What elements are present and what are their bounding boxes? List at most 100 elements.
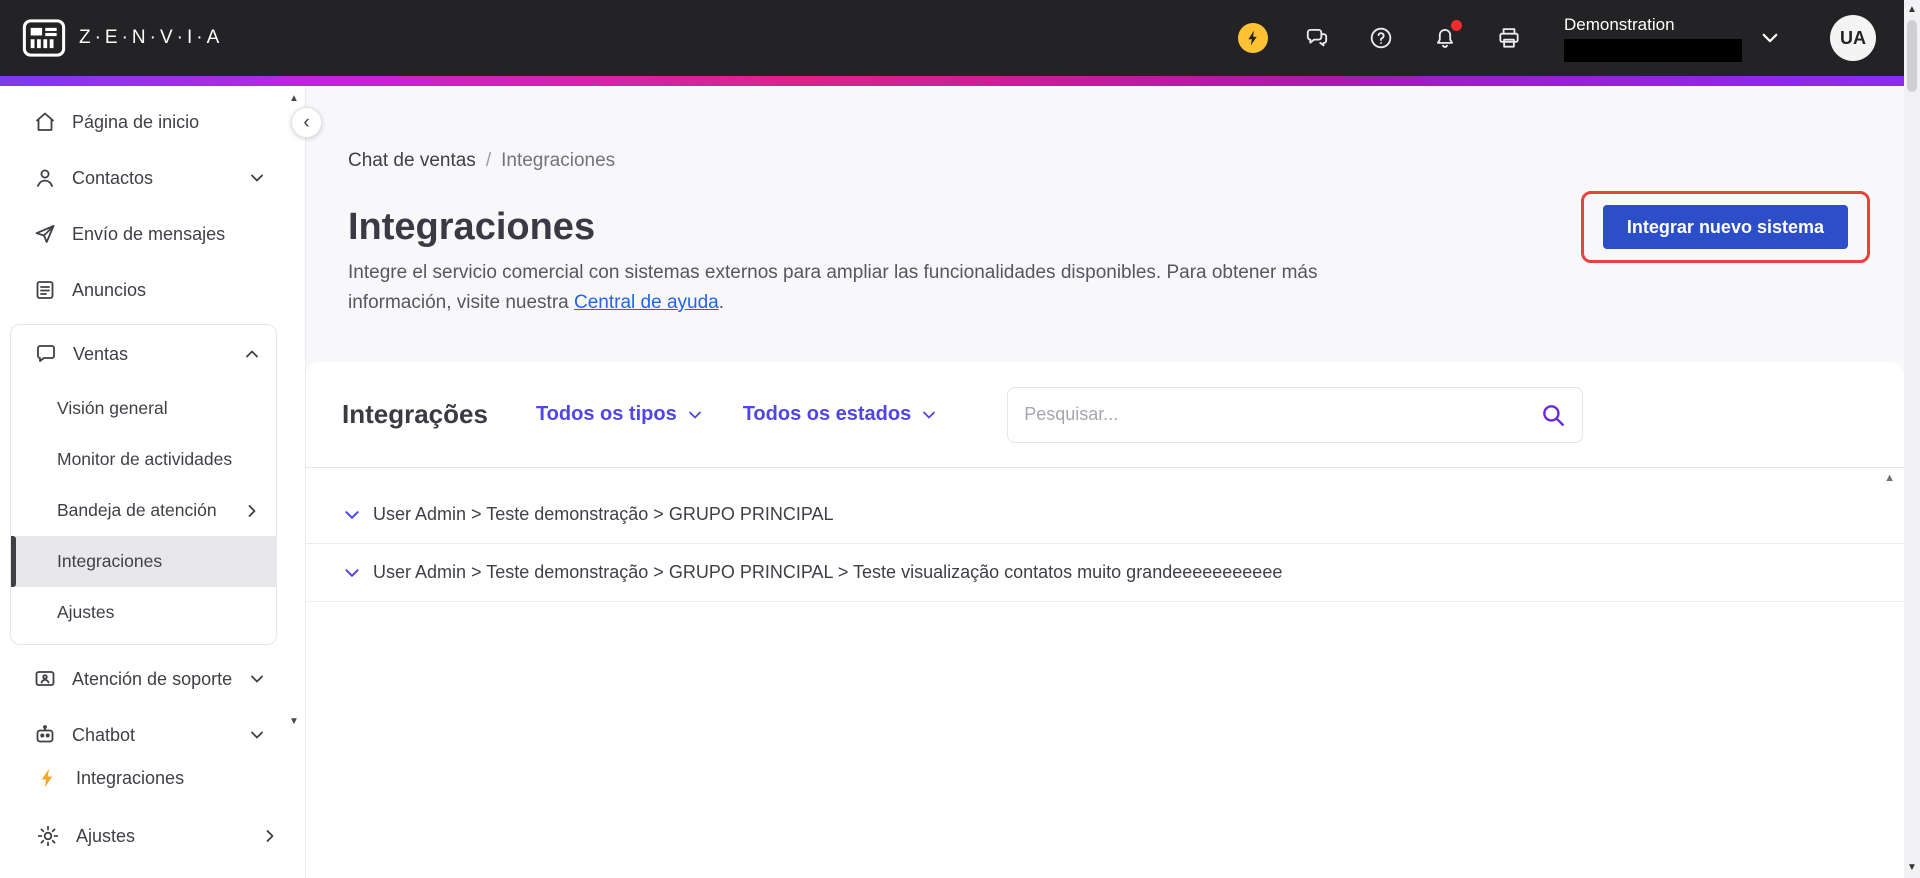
printer-icon[interactable]	[1494, 23, 1524, 53]
sidebar-item-bandeja-de-atencion[interactable]: Bandeja de atención	[11, 485, 276, 536]
help-center-link[interactable]: Central de ayuda	[574, 292, 719, 313]
send-icon	[35, 225, 55, 243]
brand-text: Z·E·N·V·I·A	[79, 27, 224, 48]
lightning-icon	[41, 768, 53, 788]
page-scrollbar[interactable]: ▲ ▼	[1904, 0, 1920, 878]
integration-row-label: User Admin > Teste demonstração > GRUPO …	[373, 562, 1283, 582]
notifications-icon[interactable]	[1430, 20, 1462, 53]
avatar[interactable]: UA	[1830, 15, 1876, 61]
scroll-down-arrow[interactable]: ▼	[1904, 863, 1920, 873]
sidebar-item-label: Página de inicio	[72, 111, 200, 132]
sidebar-footer-item-ajustes[interactable]: Ajustes	[0, 812, 304, 860]
integrate-new-system-button[interactable]: Integrar nuevo sistema	[1602, 205, 1848, 249]
zenvia-logo[interactable]: Z·E·N·V·I·A	[22, 19, 223, 57]
search-icon[interactable]	[1540, 402, 1566, 428]
breadcrumb-separator: /	[485, 150, 492, 171]
status-filter-label: Todos os estados	[742, 403, 912, 425]
type-filter-label: Todos os tipos	[535, 403, 677, 425]
sidebar-item-label: Ventas	[73, 343, 129, 364]
chevron-down-icon	[251, 174, 263, 182]
sidebar-nav: Página de inicio Contactos Envío de mens…	[0, 86, 305, 746]
chevron-up-icon	[246, 350, 258, 358]
support-icon	[35, 671, 55, 686]
panel-title: Integrações	[342, 399, 488, 429]
sidebar-item-label: Bandeja de atención	[57, 500, 217, 520]
sidebar-item-ajustes-ventas[interactable]: Ajustes	[11, 587, 276, 638]
sidebar-item-pagina-de-inicio[interactable]: Página de inicio	[0, 94, 305, 150]
scroll-up-arrow[interactable]: ▲	[1904, 5, 1920, 15]
description-line2: información, visite nuestra	[348, 292, 574, 313]
chevron-down-icon	[251, 731, 263, 739]
search-box	[1007, 386, 1584, 443]
integration-row[interactable]: User Admin > Teste demonstração > GRUPO …	[306, 486, 1904, 544]
gear-icon	[37, 825, 59, 847]
sidebar-item-label: Anuncios	[72, 279, 147, 300]
breadcrumb-chat-de-ventas[interactable]: Chat de ventas	[348, 150, 476, 172]
sidebar-item-chatbot[interactable]: Chatbot	[0, 707, 305, 746]
lightning-badge	[1238, 23, 1268, 53]
chevron-down-icon	[688, 411, 701, 418]
sidebar-item-contactos[interactable]: Contactos	[0, 150, 305, 206]
integration-row-label: User Admin > Teste demonstração > GRUPO …	[373, 504, 834, 524]
sidebar-item-label: Ajustes	[76, 825, 136, 846]
sidebar-scroll-down-arrow[interactable]: ▼	[287, 717, 301, 727]
conversations-icon[interactable]	[1302, 23, 1332, 53]
annotation-highlight-box: Integrar nuevo sistema	[1580, 191, 1870, 263]
chevron-down-icon	[1762, 33, 1778, 43]
lightning-icon[interactable]	[1238, 23, 1268, 53]
sidebar-item-anuncios[interactable]: Anuncios	[0, 262, 305, 318]
sidebar-group-ventas: Ventas Visión general Monitor de activid…	[10, 324, 277, 645]
person-icon	[37, 169, 53, 187]
sidebar-item-label: Atención de soporte	[72, 668, 233, 689]
sidebar-item-label: Integraciones	[76, 767, 185, 788]
sidebar-scroll-up-arrow[interactable]: ▲	[287, 94, 301, 104]
tenant-name: Demonstration	[1564, 14, 1675, 34]
scrollbar-thumb[interactable]	[1907, 20, 1917, 92]
top-bar: Z·E·N·V·I·A Demonstration UA	[0, 0, 1904, 76]
sidebar-item-envio-de-mensajes[interactable]: Envío de mensajes	[0, 206, 305, 262]
integration-rows: User Admin > Teste demonstração > GRUPO …	[306, 468, 1904, 602]
sidebar-item-label: Ajustes	[57, 602, 115, 622]
sidebar-item-atencion-de-soporte[interactable]: Atención de soporte	[0, 651, 305, 707]
brand-gradient-bar	[0, 76, 1904, 86]
sidebar-footer-item-integraciones[interactable]: Integraciones	[0, 754, 304, 802]
main-content: Chat de ventas / Integraciones Integraci…	[306, 86, 1904, 878]
zenvia-logo-icon	[22, 19, 66, 57]
chat-icon	[37, 345, 55, 362]
breadcrumb: Chat de ventas / Integraciones	[348, 150, 615, 172]
sidebar-collapse-button[interactable]: ‹	[291, 107, 322, 138]
search-input[interactable]	[1024, 404, 1541, 425]
status-filter-dropdown[interactable]: Todos os estados	[743, 403, 938, 426]
integrations-panel: Integrações Todos os tipos Todos os esta…	[306, 362, 1904, 878]
description-line1: Integre el servicio comercial con sistem…	[348, 262, 1318, 283]
type-filter-dropdown[interactable]: Todos os tipos	[536, 403, 703, 426]
sidebar-item-vision-general[interactable]: Visión general	[11, 383, 276, 434]
notification-badge-dot	[1451, 20, 1462, 31]
help-icon[interactable]	[1366, 23, 1396, 53]
sidebar-item-label: Contactos	[72, 167, 154, 188]
sidebar-item-label: Monitor de actividades	[57, 449, 233, 469]
chevron-down-icon	[251, 675, 263, 683]
sidebar-item-integraciones[interactable]: Integraciones	[11, 536, 276, 587]
tenant-subtitle-redacted	[1564, 38, 1742, 62]
bot-icon	[36, 725, 54, 743]
chevron-down-icon[interactable]	[343, 506, 361, 524]
page-title: Integraciones	[348, 206, 596, 248]
chevron-right-icon	[266, 830, 274, 842]
sidebar-item-label: Visión general	[57, 398, 168, 418]
sidebar-item-ventas[interactable]: Ventas	[11, 325, 276, 383]
page-description: Integre el servicio comercial con sistem…	[348, 258, 1317, 318]
sidebar-item-label: Integraciones	[57, 551, 163, 571]
sidebar-item-label: Envío de mensajes	[72, 223, 226, 244]
document-icon	[36, 281, 54, 299]
integration-row[interactable]: User Admin > Teste demonstração > GRUPO …	[306, 544, 1904, 602]
sidebar-item-monitor-de-actividades[interactable]: Monitor de actividades	[11, 434, 276, 485]
chevron-down-icon	[923, 411, 936, 418]
sidebar-footer: Integraciones Ajustes	[0, 750, 304, 878]
sidebar-item-label: Chatbot	[72, 724, 136, 745]
tenant-switcher[interactable]: Demonstration	[1564, 15, 1780, 62]
chevron-down-icon[interactable]	[343, 564, 361, 582]
list-scroll-up-arrow[interactable]: ▲	[1884, 472, 1895, 484]
panel-filter-row: Integrações Todos os tipos Todos os esta…	[306, 362, 1904, 468]
sidebar: Página de inicio Contactos Envío de mens…	[0, 86, 306, 878]
